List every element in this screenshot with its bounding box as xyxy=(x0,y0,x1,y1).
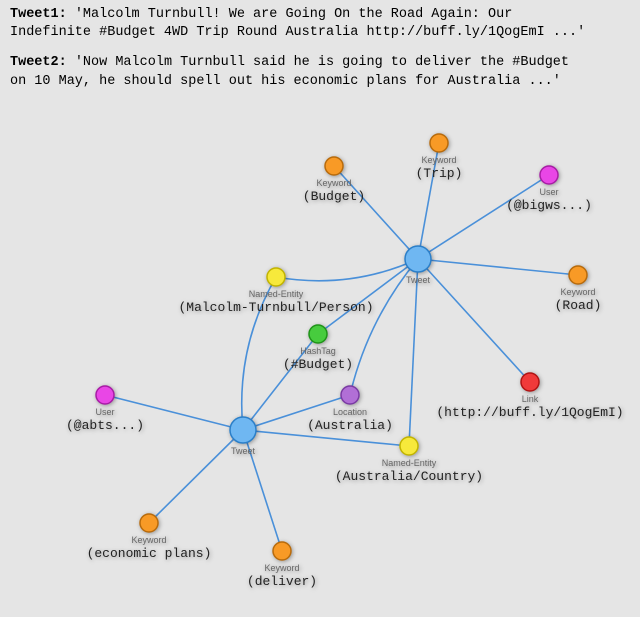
graph-canvas: TweetTweetKeyword(Trip)Keyword(Budget)Us… xyxy=(0,0,640,617)
node-tweet2[interactable]: Tweet xyxy=(230,417,256,456)
node-entity_au[interactable]: Named-Entity(Australia/Country) xyxy=(335,437,483,484)
node-type-kw_econ: Keyword xyxy=(131,535,166,545)
edge-e5 xyxy=(418,259,530,382)
edge-e2 xyxy=(334,166,418,259)
node-type-tweet2: Tweet xyxy=(231,446,256,456)
edge-e4 xyxy=(418,259,578,275)
node-tweet1[interactable]: Tweet xyxy=(405,246,431,285)
node-type-user_big: User xyxy=(539,187,558,197)
node-value-hashtag: (#Budget) xyxy=(283,357,353,372)
node-value-user_big: (@bigws...) xyxy=(506,198,592,213)
edge-e16 xyxy=(243,430,282,551)
node-user_big[interactable]: User(@bigws...) xyxy=(506,166,592,213)
node-value-kw_trip: (Trip) xyxy=(416,166,463,181)
node-type-kw_deliver: Keyword xyxy=(264,563,299,573)
node-type-entity_mt: Named-Entity xyxy=(249,289,304,299)
edge-e3 xyxy=(418,175,549,259)
edge-e15 xyxy=(149,430,243,523)
node-value-kw_deliver: (deliver) xyxy=(247,574,317,589)
node-type-kw_trip: Keyword xyxy=(421,155,456,165)
node-value-kw_econ: (economic plans) xyxy=(87,546,212,561)
node-type-kw_budget: Keyword xyxy=(316,178,351,188)
node-type-entity_au: Named-Entity xyxy=(382,458,437,468)
node-value-kw_budget: (Budget) xyxy=(303,189,365,204)
tweet1-label: Tweet1: xyxy=(10,7,67,22)
node-kw_trip[interactable]: Keyword(Trip) xyxy=(416,134,463,181)
node-hashtag[interactable]: HashTag(#Budget) xyxy=(283,325,353,372)
edge-e7 xyxy=(276,259,418,281)
node-type-link: Link xyxy=(522,394,539,404)
node-user_abts[interactable]: User(@abts...) xyxy=(66,386,144,433)
edge-e6 xyxy=(409,259,418,446)
node-value-entity_au: (Australia/Country) xyxy=(335,469,483,484)
edge-e11 xyxy=(243,334,318,430)
node-value-location: (Australia) xyxy=(307,418,393,433)
node-link[interactable]: Link(http://buff.ly/1QogEmI) xyxy=(436,373,623,420)
node-type-tweet1: Tweet xyxy=(406,275,431,285)
node-kw_econ[interactable]: Keyword(economic plans) xyxy=(87,514,212,561)
tweet1-text: 'Malcolm Turnbull! We are Going On the R… xyxy=(10,7,585,40)
node-type-user_abts: User xyxy=(95,407,114,417)
edge-e13 xyxy=(243,430,409,446)
node-value-kw_road: (Road) xyxy=(555,298,602,313)
node-value-user_abts: (@abts...) xyxy=(66,418,144,433)
node-location[interactable]: Location(Australia) xyxy=(307,386,393,433)
node-entity_mt[interactable]: Named-Entity(Malcolm-Turnbull/Person) xyxy=(178,268,373,315)
edge-e14 xyxy=(105,395,243,430)
node-type-location: Location xyxy=(333,407,367,417)
edge-e8 xyxy=(318,259,418,334)
node-type-hashtag: HashTag xyxy=(300,346,336,356)
node-value-entity_mt: (Malcolm-Turnbull/Person) xyxy=(178,300,373,315)
edge-e12 xyxy=(243,395,350,430)
node-type-kw_road: Keyword xyxy=(560,287,595,297)
node-kw_road[interactable]: Keyword(Road) xyxy=(555,266,602,313)
node-kw_deliver[interactable]: Keyword(deliver) xyxy=(247,542,317,589)
edge-e1 xyxy=(418,143,439,259)
tweet2-label: Tweet2: xyxy=(10,55,67,70)
node-value-link: (http://buff.ly/1QogEmI) xyxy=(436,405,623,420)
tweet2-text: 'Now Malcolm Turnbull said he is going t… xyxy=(10,55,569,88)
edge-e9 xyxy=(350,259,418,395)
edge-e10 xyxy=(242,277,276,430)
node-kw_budget[interactable]: Keyword(Budget) xyxy=(303,157,365,204)
